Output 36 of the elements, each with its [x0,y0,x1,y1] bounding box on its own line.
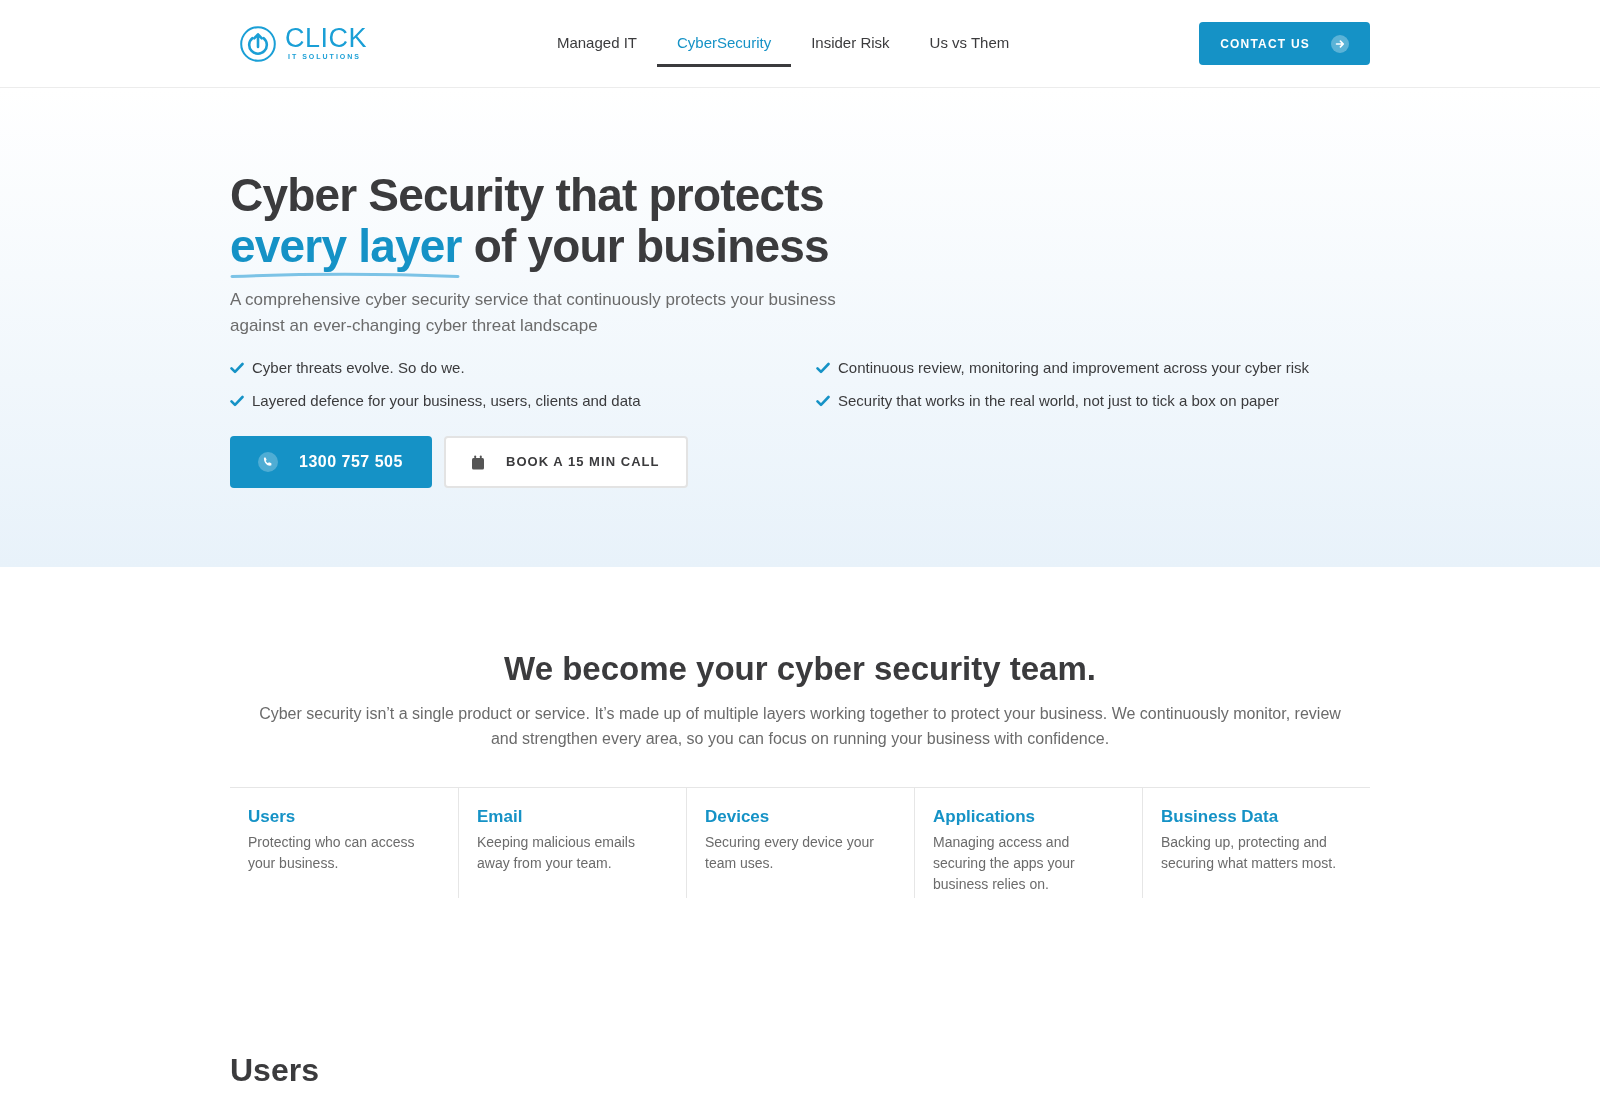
contact-button[interactable]: CONTACT US [1199,22,1370,65]
section-heading: Users [230,1051,320,1090]
arrow-right-icon [1331,34,1349,53]
layer-link[interactable]: Applications [933,805,1120,829]
nav-tab[interactable]: Us vs Them [909,20,1030,67]
phone-icon [258,452,278,472]
layer-link[interactable]: Devices [705,805,892,829]
check-icon [816,362,830,374]
check-icon [230,362,244,374]
checklist-item: Layered defence for your business, users, clients and data [252,391,641,411]
hero-heading: Cyber Security that protects every layer of your business [230,170,830,272]
layer-link[interactable]: Users [248,805,436,829]
nav-tab[interactable]: Managed IT [536,20,657,67]
check-icon [816,395,830,407]
layer-link[interactable]: Email [477,805,664,829]
phone-button[interactable]: 1300 757 505 [230,436,432,488]
layer-description: Protecting who can access your business. [248,833,416,873]
checklist-item: Continuous review, monitoring and improvement across your cyber risk [838,358,1310,378]
book-call-button[interactable]: BOOK A 15 MIN CALL [444,436,688,488]
section-description: Cyber security isn’t a single product or service. It’s made up of multiple layers working together to protect your business. We continuously monitor, review and strengthen every area, so you can focus on running your business with confidence. [258,704,1342,749]
layer-description: Securing every device your team uses. [705,833,875,873]
nav-tab[interactable]: Insider Risk [791,20,910,67]
check-icon [230,395,244,407]
section-heading: We become your cyber security team. [503,649,1097,689]
logo-text: CLICK [285,26,368,50]
nav-tab[interactable]: CyberSecurity [657,20,792,67]
layer-description: Backing up, protecting and securing what matters most. [1161,833,1338,873]
checklist-item: Security that works in the real world, not just to tick a box on paper [838,391,1280,411]
calendar-icon [471,454,485,470]
layer-description: Keeping malicious emails away from your team. [477,833,636,873]
hero-subtitle: A comprehensive cyber security service that continuously protects your business against an ever-changing cyber threat landscape [230,289,837,337]
power-icon [240,25,276,62]
layer-description: Managing access and securing the apps your business relies on. [933,833,1076,894]
underline-stroke-icon [230,271,460,279]
layer-link[interactable]: Business Data [1161,805,1348,829]
checklist-item: Cyber threats evolve. So do we. [252,358,465,378]
